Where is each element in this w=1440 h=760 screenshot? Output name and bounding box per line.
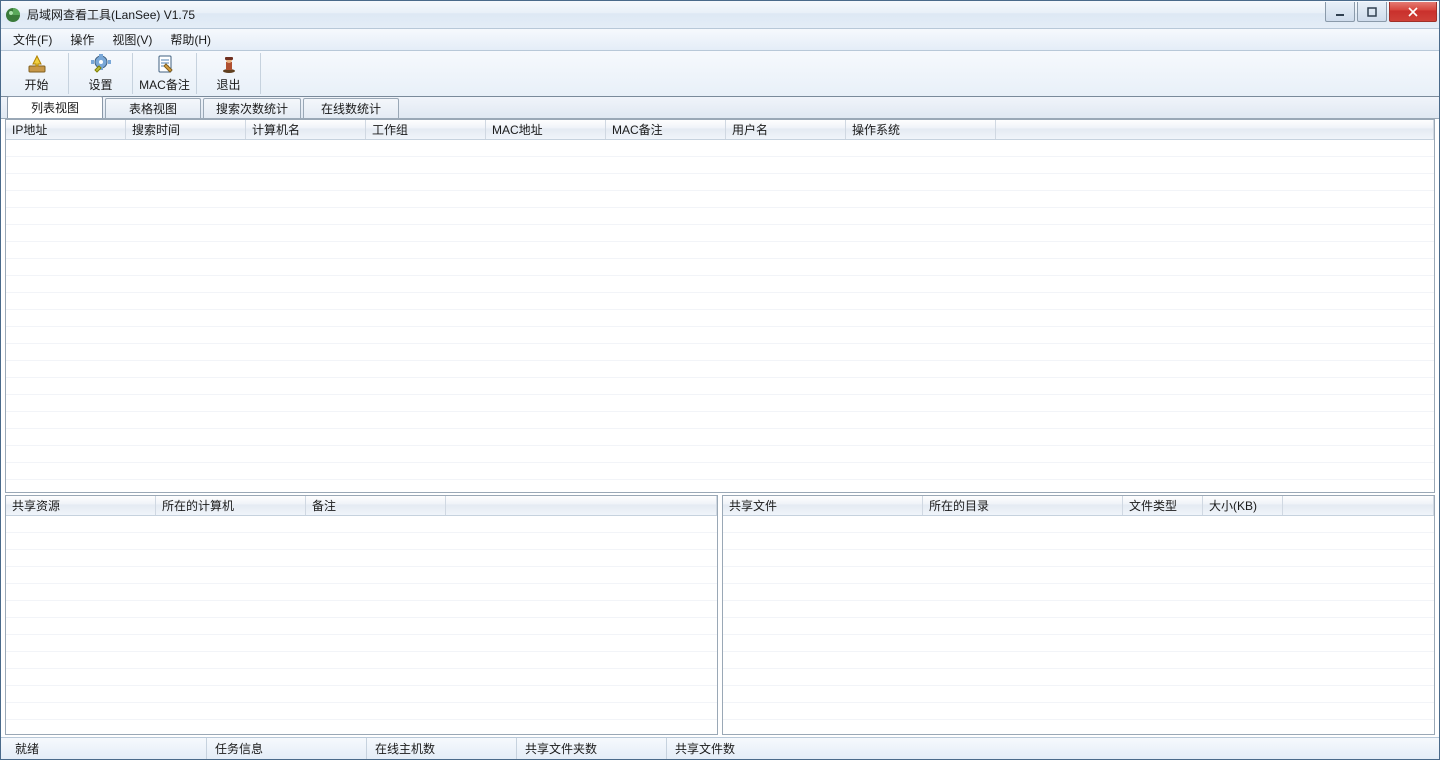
col-left-extra[interactable] <box>446 496 717 515</box>
col-extra[interactable] <box>996 120 1434 139</box>
maximize-button[interactable] <box>1357 2 1387 22</box>
share-resource-panel: 共享资源 所在的计算机 备注 <box>5 495 718 735</box>
col-directory[interactable]: 所在的目录 <box>923 496 1123 515</box>
status-share-files: 共享文件数 <box>667 738 1433 759</box>
settings-button[interactable]: 设置 <box>69 53 133 94</box>
exit-label: 退出 <box>216 76 240 93</box>
col-right-extra[interactable] <box>1283 496 1434 515</box>
menu-help[interactable]: 帮助(H) <box>162 29 219 50</box>
tab-list-view[interactable]: 列表视图 <box>7 96 103 118</box>
share-file-panel: 共享文件 所在的目录 文件类型 大小(KB) <box>722 495 1435 735</box>
col-size-kb[interactable]: 大小(KB) <box>1203 496 1283 515</box>
col-username[interactable]: 用户名 <box>726 120 846 139</box>
status-online-hosts: 在线主机数 <box>367 738 517 759</box>
window-controls <box>1325 2 1437 22</box>
share-file-header: 共享文件 所在的目录 文件类型 大小(KB) <box>723 496 1434 516</box>
app-icon <box>5 7 21 23</box>
exit-icon <box>219 54 239 74</box>
toolbar: 开始 设置 <box>1 51 1439 97</box>
share-resource-header: 共享资源 所在的计算机 备注 <box>6 496 717 516</box>
col-share-resource[interactable]: 共享资源 <box>6 496 156 515</box>
statusbar: 就绪 任务信息 在线主机数 共享文件夹数 共享文件数 <box>1 737 1439 759</box>
window-title: 局域网查看工具(LanSee) V1.75 <box>27 6 195 23</box>
tab-online-count[interactable]: 在线数统计 <box>303 98 399 118</box>
main-list-body[interactable] <box>6 140 1434 492</box>
share-resource-body[interactable] <box>6 516 717 734</box>
col-remark[interactable]: 备注 <box>306 496 446 515</box>
menubar: 文件(F) 操作 视图(V) 帮助(H) <box>1 29 1439 51</box>
col-file-type[interactable]: 文件类型 <box>1123 496 1203 515</box>
tab-table-view[interactable]: 表格视图 <box>105 98 201 118</box>
tab-row: 列表视图 表格视图 搜索次数统计 在线数统计 <box>1 97 1439 119</box>
start-label: 开始 <box>24 76 48 93</box>
app-window: 局域网查看工具(LanSee) V1.75 文件(F) 操作 视图(V) 帮助(… <box>0 0 1440 760</box>
main-list: IP地址 搜索时间 计算机名 工作组 MAC地址 MAC备注 用户名 操作系统 <box>5 119 1435 493</box>
titlebar: 局域网查看工具(LanSee) V1.75 <box>1 1 1439 29</box>
mac-remark-label: MAC备注 <box>139 76 190 93</box>
col-computer[interactable]: 所在的计算机 <box>156 496 306 515</box>
col-workgroup[interactable]: 工作组 <box>366 120 486 139</box>
col-search-time[interactable]: 搜索时间 <box>126 120 246 139</box>
exit-button[interactable]: 退出 <box>197 53 261 94</box>
share-file-body[interactable] <box>723 516 1434 734</box>
tab-search-count[interactable]: 搜索次数统计 <box>203 98 301 118</box>
mac-remark-button[interactable]: MAC备注 <box>133 53 197 94</box>
col-share-file[interactable]: 共享文件 <box>723 496 923 515</box>
main-list-header: IP地址 搜索时间 计算机名 工作组 MAC地址 MAC备注 用户名 操作系统 <box>6 120 1434 140</box>
menu-view[interactable]: 视图(V) <box>104 29 160 50</box>
start-button[interactable]: 开始 <box>5 53 69 94</box>
col-mac-addr[interactable]: MAC地址 <box>486 120 606 139</box>
mac-remark-icon <box>155 54 175 74</box>
bottom-panels: 共享资源 所在的计算机 备注 共享文件 所在的目录 文件类型 大小(KB) <box>5 495 1435 735</box>
col-os[interactable]: 操作系统 <box>846 120 996 139</box>
start-icon <box>27 54 47 74</box>
settings-icon <box>91 54 111 74</box>
minimize-button[interactable] <box>1325 2 1355 22</box>
col-computer-name[interactable]: 计算机名 <box>246 120 366 139</box>
status-task-info: 任务信息 <box>207 738 367 759</box>
status-ready: 就绪 <box>7 738 207 759</box>
col-mac-remark[interactable]: MAC备注 <box>606 120 726 139</box>
col-ip[interactable]: IP地址 <box>6 120 126 139</box>
settings-label: 设置 <box>88 76 112 93</box>
menu-file[interactable]: 文件(F) <box>5 29 60 50</box>
close-button[interactable] <box>1389 2 1437 22</box>
menu-operate[interactable]: 操作 <box>62 29 102 50</box>
status-share-folders: 共享文件夹数 <box>517 738 667 759</box>
